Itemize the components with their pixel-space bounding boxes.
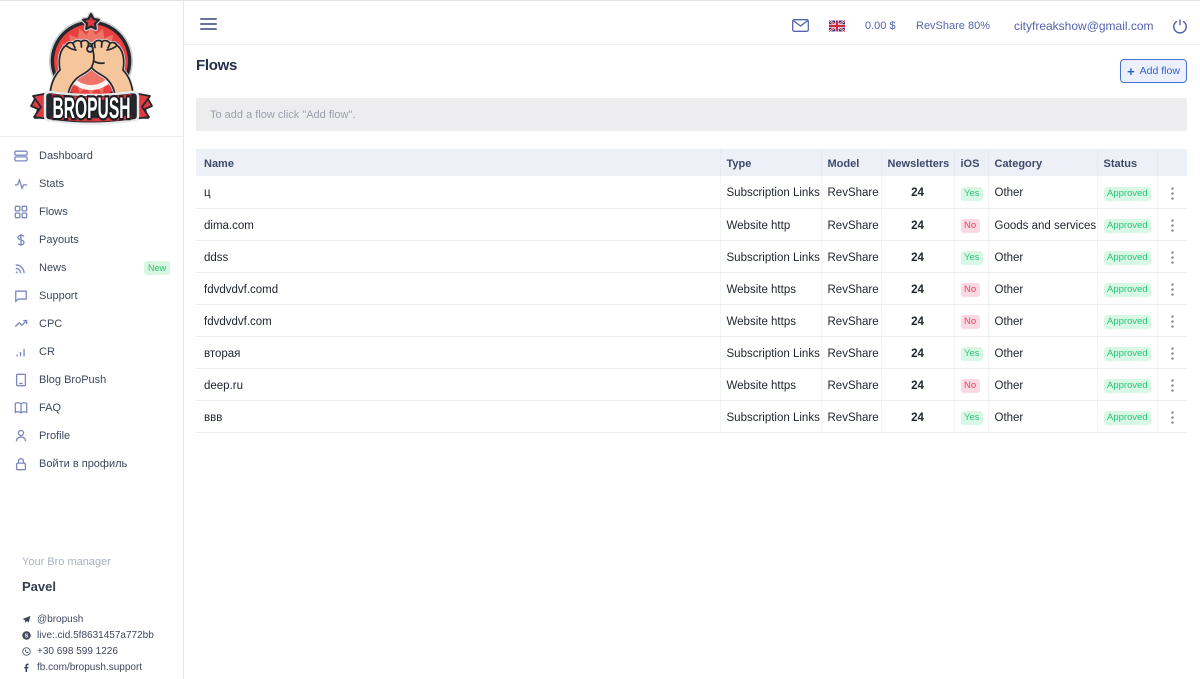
svg-text:BROPUSH: BROPUSH — [53, 92, 131, 126]
svg-text:S: S — [25, 633, 29, 639]
